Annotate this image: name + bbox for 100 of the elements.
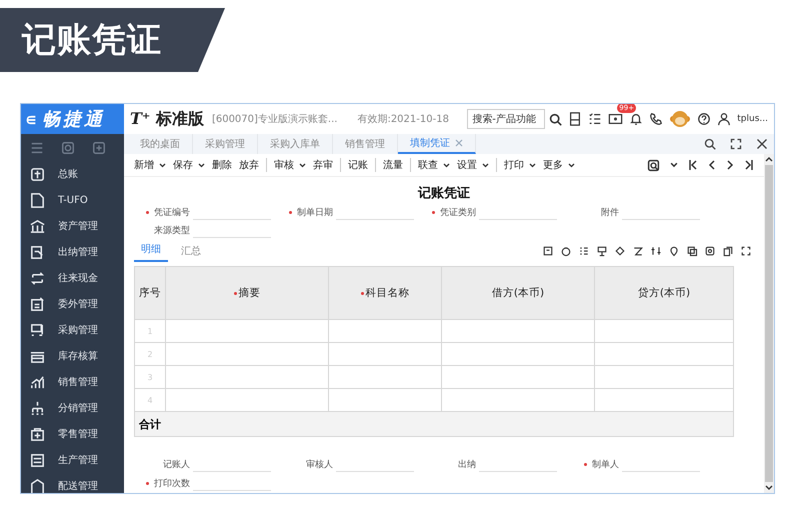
toolbar-button[interactable]: 审核	[274, 158, 306, 172]
field-label: 打印次数	[154, 478, 190, 490]
total-row: 合计	[134, 412, 734, 436]
toolbar-button[interactable]: 更多	[543, 158, 575, 172]
list-icon[interactable]	[578, 245, 590, 257]
next-icon[interactable]	[726, 159, 734, 171]
message-icon[interactable]	[608, 112, 624, 126]
table-cell[interactable]	[328, 320, 442, 342]
last-page-icon[interactable]	[744, 159, 754, 171]
zigzag-icon[interactable]	[632, 245, 644, 257]
field-label: 审核人	[306, 458, 333, 471]
field-label: 制单人	[592, 458, 619, 471]
table-cell[interactable]	[166, 320, 328, 342]
back-glyph[interactable]: ∊	[25, 110, 37, 128]
table-cell[interactable]	[594, 320, 734, 342]
banner-title: 记账凭证	[22, 19, 162, 62]
caret-icon	[568, 162, 575, 168]
scroll-down-icon[interactable]	[765, 485, 773, 491]
tab[interactable]: 明细	[134, 242, 168, 262]
bell-icon[interactable]	[629, 112, 644, 126]
table-cell[interactable]	[442, 342, 594, 366]
toolbar-button[interactable]: 打印	[504, 158, 536, 172]
location-pin-icon[interactable]	[668, 245, 680, 257]
toolbar-button[interactable]: 流量	[383, 158, 411, 172]
help-icon[interactable]	[697, 112, 712, 126]
toolbar-button[interactable]: 放弃	[239, 158, 267, 172]
sidebar-item[interactable]: 分销管理	[21, 395, 124, 421]
caret-icon	[482, 162, 489, 168]
caret-icon	[299, 162, 306, 168]
bank-icon	[29, 218, 46, 234]
sidebar-item[interactable]: 总账	[21, 161, 124, 187]
sidebar-item[interactable]: 生产管理	[21, 447, 124, 473]
sidebar-item[interactable]: 零售管理	[21, 421, 124, 447]
table-cell[interactable]	[166, 342, 328, 366]
table-cell[interactable]	[166, 366, 328, 388]
table-cell[interactable]	[328, 366, 442, 388]
caret-icon[interactable]	[670, 162, 678, 168]
column-header: 科目名称	[366, 286, 410, 300]
phone-icon[interactable]	[649, 112, 664, 126]
voucher-title: 记账凭证	[416, 185, 471, 202]
add-icon[interactable]	[92, 140, 106, 154]
close-icon[interactable]	[756, 138, 768, 150]
validity-date: 有效期:2021-10-18	[357, 112, 450, 126]
logo-text: 畅捷通	[42, 108, 105, 131]
field-label: 出纳	[458, 458, 476, 471]
toolbar-button[interactable]: 联查	[418, 158, 450, 172]
toolbar-button[interactable]: 删除	[212, 158, 232, 172]
toolbar-button[interactable]: 记账	[348, 158, 376, 172]
sidebar-item[interactable]: 往来现金	[21, 265, 124, 291]
caret-icon	[529, 162, 536, 168]
monitor-icon[interactable]	[596, 245, 608, 257]
tab[interactable]: 汇总	[174, 244, 208, 262]
swap-icon[interactable]	[650, 245, 662, 257]
product-logo: T⁺ 标准版	[130, 108, 204, 130]
copy-icon[interactable]	[686, 245, 698, 257]
table-cell[interactable]	[442, 320, 594, 342]
tab[interactable]: 填制凭证	[398, 134, 476, 154]
sidebar-item[interactable]: 库存核算	[21, 343, 124, 369]
toolbar-button[interactable]: 保存	[173, 158, 205, 172]
previous-icon[interactable]	[708, 159, 716, 171]
table-cell[interactable]	[442, 366, 594, 388]
table-cell[interactable]	[594, 366, 734, 388]
diamond-icon[interactable]	[614, 245, 626, 257]
column-header: 借方(本币)	[492, 286, 544, 300]
table-cell[interactable]	[594, 342, 734, 366]
sidebar-item[interactable]: 采购管理	[21, 317, 124, 343]
menu-icon[interactable]	[30, 140, 44, 154]
documents-icon[interactable]	[722, 245, 734, 257]
fullscreen-icon[interactable]	[730, 138, 742, 150]
field-label: 制单日期	[297, 206, 333, 219]
user-icon[interactable]	[717, 112, 732, 126]
caret-icon	[198, 162, 205, 168]
first-page-icon[interactable]	[688, 159, 698, 171]
table-cell[interactable]	[328, 342, 442, 366]
account-name: [600070]专业版演示账套...	[212, 112, 338, 126]
toolbar-button[interactable]: 新增	[134, 158, 166, 172]
user-name[interactable]: tplus...	[737, 114, 768, 124]
sidebar-item[interactable]: T-UFO	[21, 187, 124, 213]
search-icon[interactable]	[549, 112, 562, 126]
toolbar-button[interactable]: 弃审	[313, 158, 341, 172]
field-label: 记账人	[163, 458, 190, 471]
sidebar-item[interactable]: 配送管理	[21, 473, 124, 493]
scrollbar-thumb[interactable]	[765, 165, 773, 482]
scroll-up-icon[interactable]	[765, 156, 773, 162]
scrollbar[interactable]	[764, 154, 774, 493]
expand-icon[interactable]	[740, 245, 752, 257]
column-header: 序号	[139, 286, 161, 300]
zoom-document-icon[interactable]	[647, 158, 660, 172]
sidebar-item[interactable]: 出纳管理	[21, 239, 124, 265]
checklist-icon[interactable]	[588, 112, 602, 126]
search-icon[interactable]	[704, 138, 716, 150]
exchange-icon	[29, 270, 46, 286]
sidebar-item[interactable]: 销售管理	[21, 369, 124, 395]
note-icon[interactable]	[542, 245, 554, 257]
sidebar-item[interactable]: 委外管理	[21, 291, 124, 317]
toolbar-button[interactable]: 设置	[457, 158, 497, 172]
monkey-avatar-icon[interactable]	[669, 108, 692, 130]
search-field[interactable]: 搜索-产品功能	[467, 109, 546, 129]
house-icon	[29, 478, 46, 493]
sidebar-item[interactable]: 资产管理	[21, 213, 124, 239]
